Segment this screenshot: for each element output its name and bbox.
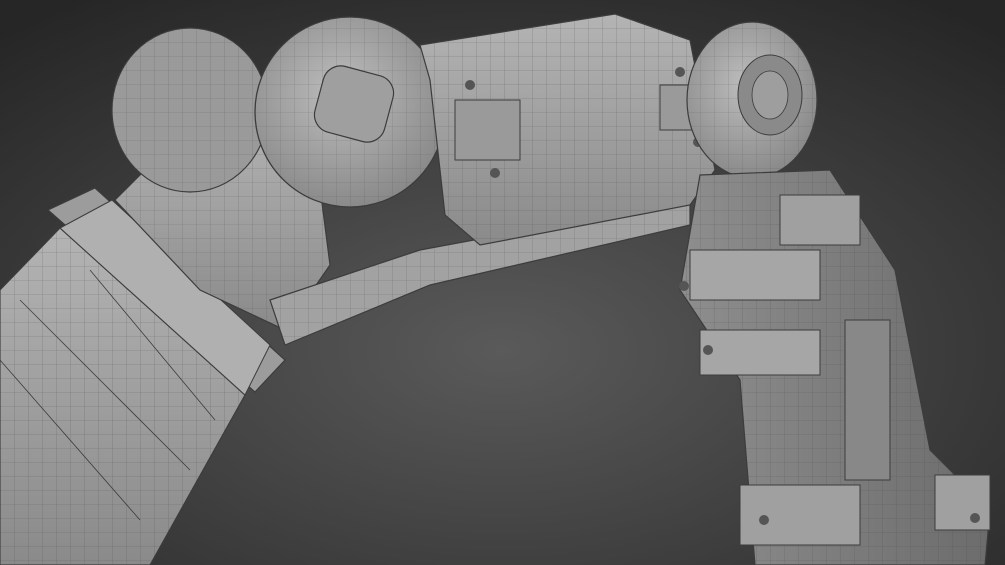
robot-arm-render (0, 0, 1005, 565)
bolt-icon (465, 80, 475, 90)
bolt-icon (675, 67, 685, 77)
wrist-disc (686, 21, 818, 179)
bolt-icon (970, 513, 980, 523)
bolt-icon (679, 281, 689, 291)
bolt-icon (490, 168, 500, 178)
bolt-icon (759, 515, 769, 525)
elbow-disc (254, 16, 446, 208)
bolt-icon (703, 345, 713, 355)
